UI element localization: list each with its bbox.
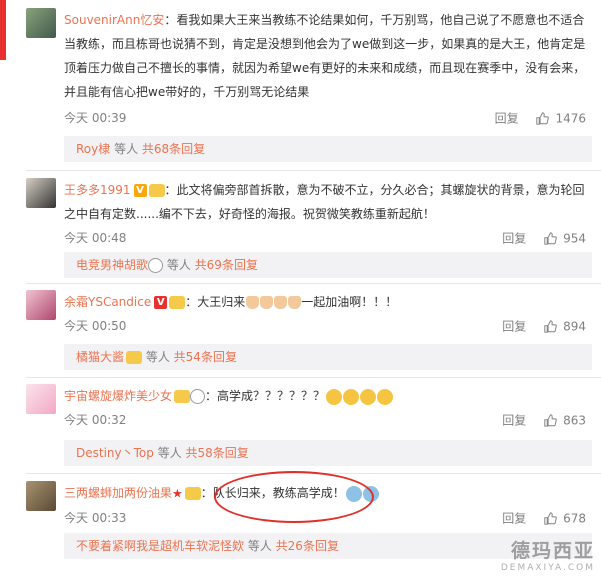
- username-link[interactable]: SouvenirAnn忆安: [64, 13, 164, 27]
- avatar[interactable]: [26, 178, 56, 208]
- member-crown-icon: [184, 487, 201, 500]
- reply-button[interactable]: 回复: [495, 112, 519, 126]
- like-button[interactable]: 678: [544, 508, 586, 529]
- comment-meta: 今天 00:32 回复 863: [64, 410, 586, 430]
- star-icon: ★: [172, 486, 183, 501]
- reply-summary[interactable]: Roy棣 等人 共68条回复: [64, 136, 592, 162]
- thumbs-up-icon: [544, 414, 557, 427]
- reply-users[interactable]: Destiny丶Top: [76, 446, 154, 460]
- reply-count-link[interactable]: 共54条回复: [174, 350, 237, 364]
- reply-users[interactable]: 电竞男神胡歌: [76, 258, 148, 272]
- member-crown-icon: [169, 296, 186, 309]
- member-crown-icon: [148, 184, 165, 197]
- reply-button[interactable]: 回复: [502, 320, 526, 334]
- comment-text-block: 宇宙螺旋爆炸美少女 ：高学成？？？？？？: [64, 384, 586, 408]
- comment-text-block: 余霜YSCandice V ：大王归来 一起加油啊！！！: [64, 290, 586, 314]
- reply-summary[interactable]: 电竞男神胡歌 等人 共69条回复: [64, 252, 592, 278]
- like-count: 678: [563, 511, 586, 526]
- thumbs-up-icon: [544, 512, 557, 525]
- like-count: 1476: [555, 111, 586, 126]
- watermark-title: 德玛西亚: [510, 540, 595, 562]
- panda-icon: [148, 258, 164, 273]
- reply-count-link[interactable]: 共26条回复: [276, 539, 339, 553]
- username-link[interactable]: 余霜YSCandice: [64, 295, 151, 309]
- reply-count-link[interactable]: 共69条回复: [195, 258, 258, 272]
- comment-text: ：大王归来: [185, 295, 246, 309]
- like-count: 894: [563, 319, 586, 334]
- comment-text-block: SouvenirAnn忆安：看我如果大王来当教练不论结果如何，千万别骂，他自己说…: [64, 8, 586, 104]
- comment-meta: 今天 00:39 回复 1476: [64, 108, 586, 128]
- divider: [26, 170, 601, 171]
- verified-v-icon: V: [133, 184, 147, 197]
- avatar[interactable]: [26, 8, 56, 38]
- like-count: 954: [563, 231, 586, 246]
- watermark-url: DEMAXIYA.COM: [500, 563, 595, 573]
- clap-emoji-icon: [288, 296, 302, 309]
- clap-emoji-icon: [260, 296, 274, 309]
- comment-meta: 今天 00:48 回复 954: [64, 228, 586, 248]
- divider: [26, 377, 601, 378]
- username-link[interactable]: 王多多1991: [64, 183, 131, 197]
- reply-button[interactable]: 回复: [502, 414, 526, 428]
- red-highlight-circle: [214, 471, 374, 523]
- avatar[interactable]: [26, 290, 56, 320]
- member-crown-icon: [126, 351, 143, 364]
- like-button[interactable]: 954: [544, 228, 586, 249]
- panda-icon: [190, 389, 206, 404]
- timestamp: 今天 00:39: [64, 111, 127, 125]
- left-accent-bar: [0, 0, 6, 60]
- reply-button[interactable]: 回复: [502, 232, 526, 246]
- crying-emoji-icon: [377, 388, 394, 405]
- like-button[interactable]: 863: [544, 410, 586, 431]
- comment-text: ：高学成？？？？？？: [205, 389, 326, 403]
- reply-summary[interactable]: Destiny丶Top 等人 共58条回复: [64, 440, 592, 466]
- crying-emoji-icon: [360, 388, 377, 405]
- comment-meta: 今天 00:50 回复 894: [64, 316, 586, 336]
- thumbs-up-icon: [536, 112, 550, 125]
- timestamp: 今天 00:48: [64, 231, 127, 245]
- comment-text-tail: 一起加油啊！！！: [301, 295, 398, 309]
- timestamp: 今天 00:32: [64, 413, 127, 427]
- reply-users[interactable]: 橘猫大酱: [76, 350, 124, 364]
- reply-count-link[interactable]: 共68条回复: [142, 142, 205, 156]
- thumbs-up-icon: [544, 320, 557, 333]
- thumbs-up-icon: [544, 232, 557, 245]
- avatar[interactable]: [26, 481, 56, 511]
- like-button[interactable]: 1476: [536, 108, 586, 129]
- crying-emoji-icon: [343, 388, 360, 405]
- reply-users[interactable]: Roy棣: [76, 142, 110, 156]
- reply-count-link[interactable]: 共58条回复: [186, 446, 249, 460]
- divider: [26, 283, 601, 284]
- avatar[interactable]: [26, 384, 56, 414]
- username-link[interactable]: 宇宙螺旋爆炸美少女: [64, 389, 172, 403]
- timestamp: 今天 00:33: [64, 510, 127, 525]
- like-button[interactable]: 894: [544, 316, 586, 337]
- comment-text-block: 王多多1991 V ：此文将偏旁部首拆散，意为不破不立，分久必合；其螺旋状的背景，意…: [64, 178, 586, 226]
- like-count: 863: [563, 413, 586, 428]
- reply-summary[interactable]: 橘猫大酱 等人 共54条回复: [64, 344, 592, 370]
- member-crown-icon: [174, 390, 191, 403]
- reply-button[interactable]: 回复: [502, 511, 526, 525]
- reply-users[interactable]: 不要着紧啊我是超机车软泥怪欸: [76, 539, 244, 553]
- clap-emoji-icon: [274, 296, 288, 309]
- clap-emoji-icon: [246, 296, 260, 309]
- username-link[interactable]: 三两螺蛳加两份油果: [64, 486, 172, 500]
- timestamp: 今天 00:50: [64, 319, 127, 333]
- crying-emoji-icon: [326, 388, 343, 405]
- site-watermark: 德玛西亚 DEMAXIYA.COM: [501, 536, 595, 573]
- verified-v-icon: V: [154, 296, 168, 309]
